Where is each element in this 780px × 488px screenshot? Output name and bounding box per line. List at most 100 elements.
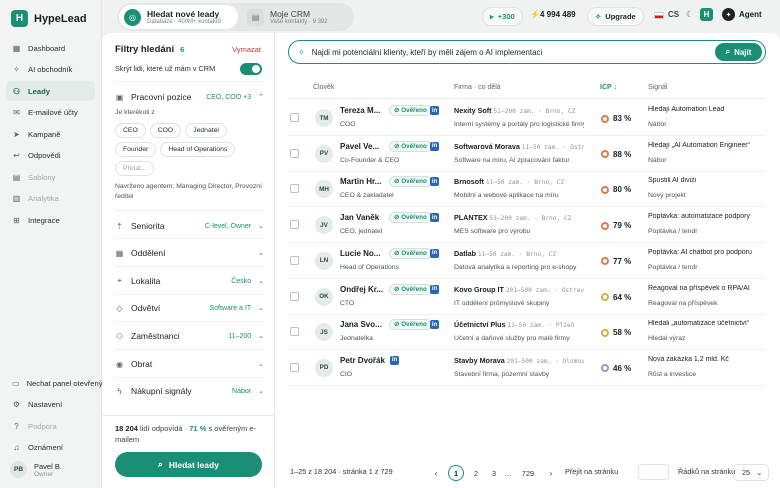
position-chip[interactable]: Jednatel <box>185 123 227 138</box>
filter-location[interactable]: ⌖ Lokalita Česko ⌄ <box>115 273 264 289</box>
tab-my-crm[interactable]: ▤ Moje CRM Vaše kontakty · 9 392 <box>242 5 352 29</box>
person-name[interactable]: Jan Vaněk <box>340 213 384 222</box>
jump-input[interactable] <box>638 464 669 480</box>
column-icp[interactable]: ICP ↓ <box>600 84 617 91</box>
column-person[interactable]: Člověk <box>313 84 334 91</box>
filter-industry[interactable]: ◇ Odvětví Software a IT ⌄ <box>115 300 264 316</box>
table-row[interactable]: TM Tereza M... ⊘ Ověřeno in COO Nexity Soft 51… <box>288 100 766 136</box>
person-name[interactable]: Tereza M... <box>340 106 384 115</box>
table-row[interactable]: LN Lucie No... ⊘ Ověřeno in Head of Operation… <box>288 243 766 279</box>
table-row[interactable]: JS Jana Svo... ⊘ Ověřeno in Jednatelka Účetnic… <box>288 314 766 351</box>
table-row[interactable]: MH Martin Hr... ⊘ Ověřeno in CEO & zakladatel… <box>288 171 766 208</box>
filter-department[interactable]: ▦ Oddělení ⌄ <box>115 245 264 261</box>
sidebar-item-integrace[interactable]: ⊞ Integrace <box>6 210 95 230</box>
sidebar-item-odpov-di[interactable]: ↩ Odpovědi <box>6 146 95 166</box>
person-name[interactable]: Petr Dvořák <box>340 356 385 365</box>
signal-type: Poptávka / tendr <box>648 228 698 236</box>
linkedin-icon[interactable]: in <box>430 248 439 258</box>
company-cell[interactable]: Nexity Soft 51–200 zam. · Brno, CZ <box>454 106 584 115</box>
table-row[interactable]: OK Ondřej Kr... ⊘ Ověřeno in CTO Kovo Group IT… <box>288 279 766 315</box>
search-icon: ⌕ <box>158 459 163 469</box>
linkedin-icon[interactable]: in <box>430 177 439 187</box>
add-position-input[interactable]: Přidat... <box>115 161 155 176</box>
upgrade-button[interactable]: ✧ Upgrade <box>587 7 644 26</box>
sidebar-item-dashboard[interactable]: ▦ Dashboard <box>6 38 95 58</box>
page-button[interactable]: 2 <box>468 465 484 481</box>
ai-search-input[interactable]: ✧ Najdi mi potenciální klienty, kteří by… <box>288 40 766 64</box>
company-cell[interactable]: Datlab 11–50 zam. · Brno, CZ <box>454 249 584 258</box>
per-page-label: Řádků na stránku <box>678 467 736 476</box>
page-button[interactable]: 3 <box>486 465 502 481</box>
page-button[interactable]: 729 <box>518 465 538 481</box>
person-name[interactable]: Ondřej Kr... <box>340 285 384 294</box>
filter-position[interactable]: ▣ Pracovní pozice CEO, COO +3 ⌃ <box>115 89 264 105</box>
sidebar-item-nechat-panel-otev-en-[interactable]: ▭ Nechat panel otevřený <box>6 373 103 393</box>
row-checkbox[interactable] <box>290 291 299 301</box>
sidebar-item-kampan-[interactable]: ➤ Kampaně <box>6 124 95 144</box>
linkedin-icon[interactable]: in <box>430 141 439 151</box>
linkedin-icon[interactable]: in <box>430 284 439 294</box>
sidebar-item-ai-obchodn-k[interactable]: ✧ AI obchodník <box>6 60 95 80</box>
prev-page-icon[interactable]: ‹ <box>428 465 444 481</box>
dark-mode-icon[interactable]: ☾ <box>686 10 693 19</box>
tab-my-crm-subtitle: Vaše kontakty · 9 392 <box>270 19 328 25</box>
add-credits-button[interactable]: ▸ +300 <box>482 7 523 26</box>
next-page-icon[interactable]: › <box>543 465 559 481</box>
person-name[interactable]: Martin Hr... <box>340 177 384 186</box>
sidebar-item-nastaven-[interactable]: ⚙ Nastavení <box>6 395 102 415</box>
app-logo[interactable]: H HypeLead <box>11 10 87 27</box>
row-checkbox[interactable] <box>290 362 299 372</box>
position-chip[interactable]: COO <box>149 123 182 138</box>
sidebar-item-leady[interactable]: ⚇ Leady <box>6 81 95 101</box>
company-cell[interactable]: Brnosoft 11–50 zam. · Brno, CZ <box>454 177 584 186</box>
language-selector[interactable]: CS <box>668 10 679 19</box>
agent-button[interactable]: Agent <box>739 10 762 19</box>
position-chip[interactable]: Founder <box>115 142 157 157</box>
row-checkbox[interactable] <box>290 184 299 194</box>
brand-icon[interactable]: H <box>700 8 713 21</box>
row-checkbox[interactable] <box>290 327 299 337</box>
user-profile[interactable]: PB Pavel B. Owner <box>10 461 62 478</box>
linkedin-icon[interactable]: in <box>430 213 439 223</box>
pin-icon: ⌖ <box>117 276 122 285</box>
filter-revenue[interactable]: ◉ Obrat ⌄ <box>115 356 264 372</box>
linkedin-icon[interactable]: in <box>390 355 399 365</box>
person-name[interactable]: Pavel Ve... <box>340 142 384 151</box>
hide-crm-toggle[interactable] <box>240 63 262 75</box>
linkedin-icon[interactable]: in <box>430 320 439 330</box>
sidebar-item-e-mailov-ty[interactable]: ✉ E-mailové účty <box>6 103 95 123</box>
filter-seniority[interactable]: ⇡ Seniorita C-level, Owner ⌄ <box>115 218 264 234</box>
column-company[interactable]: Firma · co dělá <box>454 84 501 91</box>
sidebar-item-analytika[interactable]: ▥ Analytika <box>6 189 95 209</box>
company-cell[interactable]: PLANTEX 51–200 zam. · Brno, CZ <box>454 213 584 222</box>
per-page-select[interactable]: 25 ⌄ <box>733 464 769 481</box>
row-checkbox[interactable] <box>290 220 299 230</box>
sidebar-item--ablony[interactable]: ▤ Šablony <box>6 167 95 187</box>
find-button[interactable]: ⌕ Najít <box>715 43 762 61</box>
sidebar-item-podpora[interactable]: ? Podpora <box>6 416 102 436</box>
position-chip[interactable]: Head of Operations <box>160 142 236 157</box>
clear-filters-button[interactable]: Vymazat <box>232 45 261 54</box>
row-checkbox[interactable] <box>290 113 299 122</box>
person-name[interactable]: Lucie No... <box>340 249 384 258</box>
person-name[interactable]: Jana Svo... <box>340 320 384 329</box>
table-row[interactable]: JV Jan Vaněk ⊘ Ověřeno in CEO, jednatel PLANTE… <box>288 207 766 244</box>
column-signal[interactable]: Signál <box>648 84 667 91</box>
company-cell[interactable]: Softwarová Morava 11–50 zam. · Ostrava <box>454 142 584 151</box>
agent-suggestion[interactable]: Navrženo agentem: Managing Director, Pro… <box>115 182 265 202</box>
row-checkbox[interactable] <box>290 148 299 158</box>
search-leads-button[interactable]: ⌕ Hledat leady <box>115 452 262 477</box>
row-checkbox[interactable] <box>290 255 299 265</box>
sidebar-item-ozn-men-[interactable]: ♫ Oznámení <box>6 438 102 458</box>
table-row[interactable]: PV Pavel Ve... ⊘ Ověřeno in Co-Founder & CEO S… <box>288 136 766 172</box>
company-cell[interactable]: Kovo Group IT 201–500 zam. · Ostrava <box>454 285 584 294</box>
company-cell[interactable]: Účetnictví Plus 11–50 zam. · Plzeň <box>454 320 584 329</box>
tab-find-leads[interactable]: ◎ Hledat nové leady Databáze · 400M+ kon… <box>119 5 238 29</box>
linkedin-icon[interactable]: in <box>430 106 439 115</box>
position-chip[interactable]: CEO <box>115 123 146 138</box>
company-cell[interactable]: Stavby Morava 201–500 zam. · Olomouc <box>454 356 584 365</box>
filter-buying-signals[interactable]: ϟ Nákupní signály Nábor ⌄ <box>115 383 264 399</box>
filter-employees[interactable]: ⚇ Zaměstnanci 11–200 ⌄ <box>115 328 264 344</box>
table-row[interactable]: PD Petr Dvořák in CIO Stavby Morava 201–500 … <box>288 350 766 386</box>
page-button[interactable]: 1 <box>448 465 464 481</box>
